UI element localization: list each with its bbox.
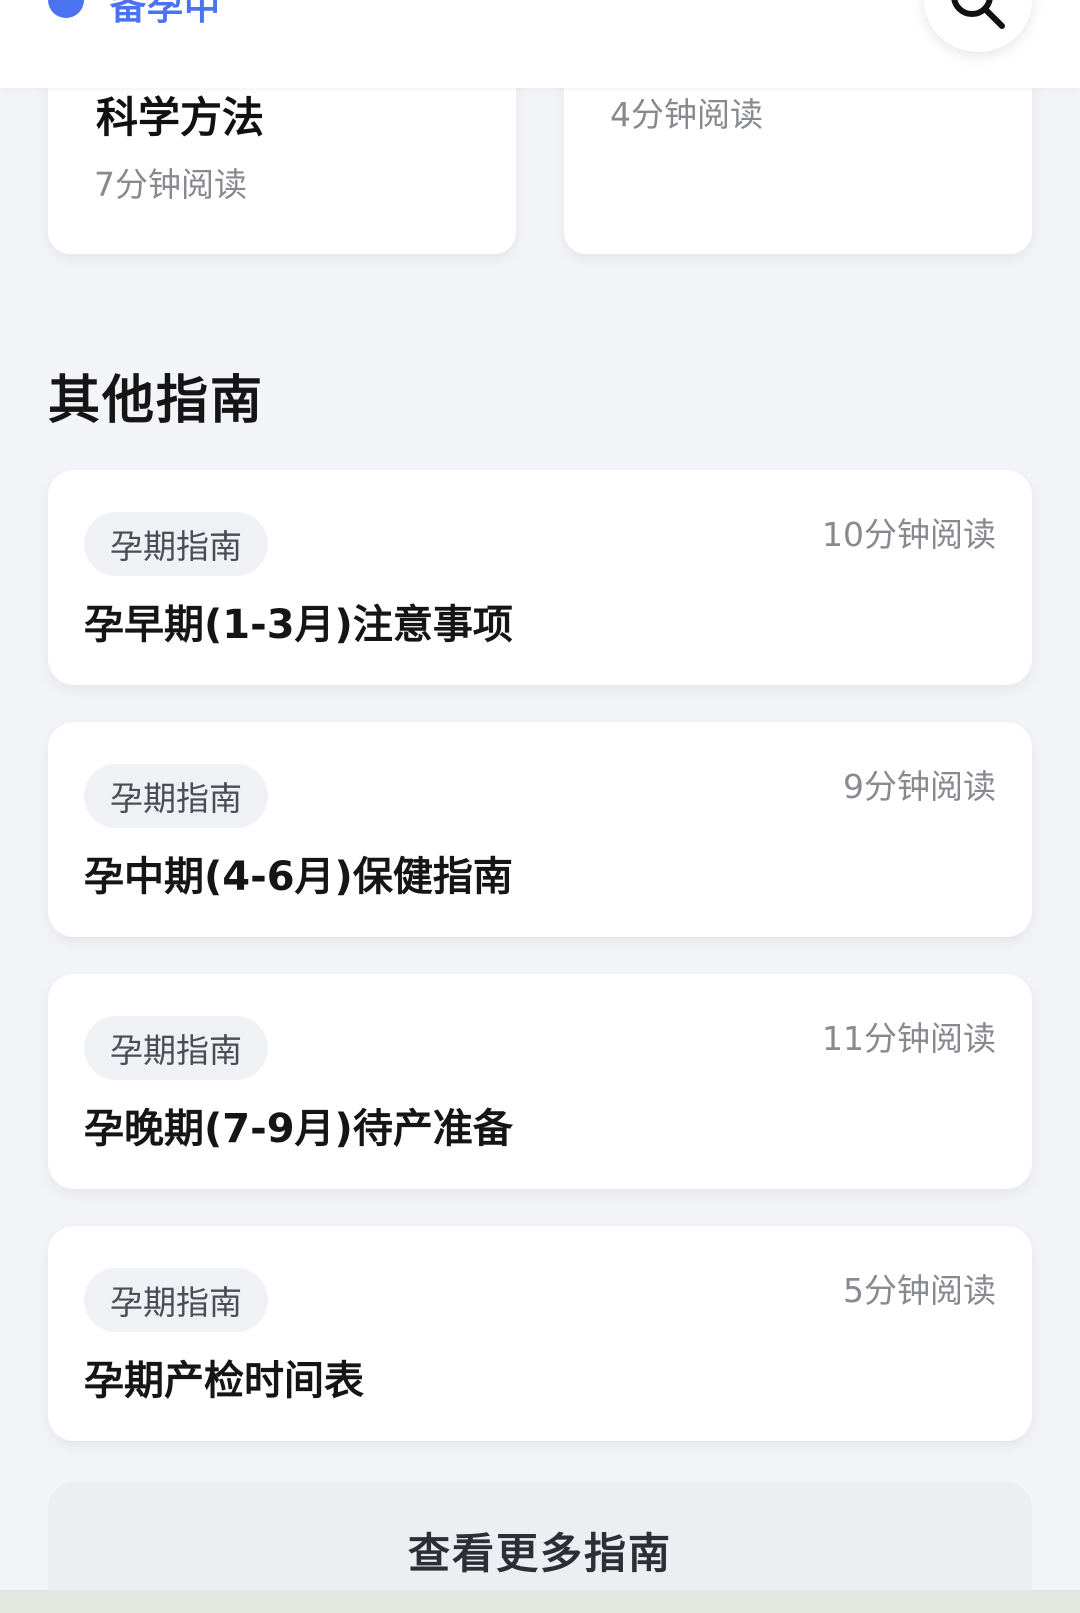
guide-card[interactable]: 孕期指南 孕中期(4-6月)保健指南 9分钟阅读 — [48, 722, 1032, 937]
guide-title: 孕中期(4-6月)保健指南 — [84, 854, 513, 900]
category-tag: 孕期指南 — [84, 764, 268, 828]
top-header: 备孕中 — [0, 0, 1080, 88]
guide-read-time: 10分钟阅读 — [822, 515, 996, 554]
top-article-read-time: 4分钟阅读 — [610, 95, 763, 134]
guide-title: 孕早期(1-3月)注意事项 — [84, 602, 513, 648]
guide-title: 孕晚期(7-9月)待产准备 — [84, 1106, 513, 1152]
search-button[interactable] — [924, 0, 1032, 52]
status-label[interactable]: 备孕中 — [110, 0, 221, 30]
guide-card[interactable]: 孕期指南 孕晚期(7-9月)待产准备 11分钟阅读 — [48, 974, 1032, 1189]
guide-card[interactable]: 孕期指南 孕早期(1-3月)注意事项 10分钟阅读 — [48, 470, 1032, 685]
category-tag: 孕期指南 — [84, 1016, 268, 1080]
top-article-title: 科学方法 — [96, 93, 265, 142]
category-tag: 孕期指南 — [84, 1268, 268, 1332]
status-dot-icon — [48, 0, 84, 18]
top-article-read-time: 7分钟阅读 — [94, 165, 247, 204]
page: 科学方法 7分钟阅读 4分钟阅读 备孕中 其他指南 孕期指南 孕早期(1-3月)… — [0, 0, 1080, 1613]
guide-card[interactable]: 孕期指南 孕期产检时间表 5分钟阅读 — [48, 1226, 1032, 1441]
category-tag: 孕期指南 — [84, 512, 268, 576]
bottom-edge-bar — [0, 1590, 1080, 1613]
guide-read-time: 11分钟阅读 — [822, 1019, 996, 1058]
search-icon — [951, 0, 1005, 29]
guide-title: 孕期产检时间表 — [84, 1358, 364, 1404]
section-title: 其他指南 — [48, 371, 265, 431]
guide-read-time: 9分钟阅读 — [843, 767, 996, 806]
guide-read-time: 5分钟阅读 — [843, 1271, 996, 1310]
